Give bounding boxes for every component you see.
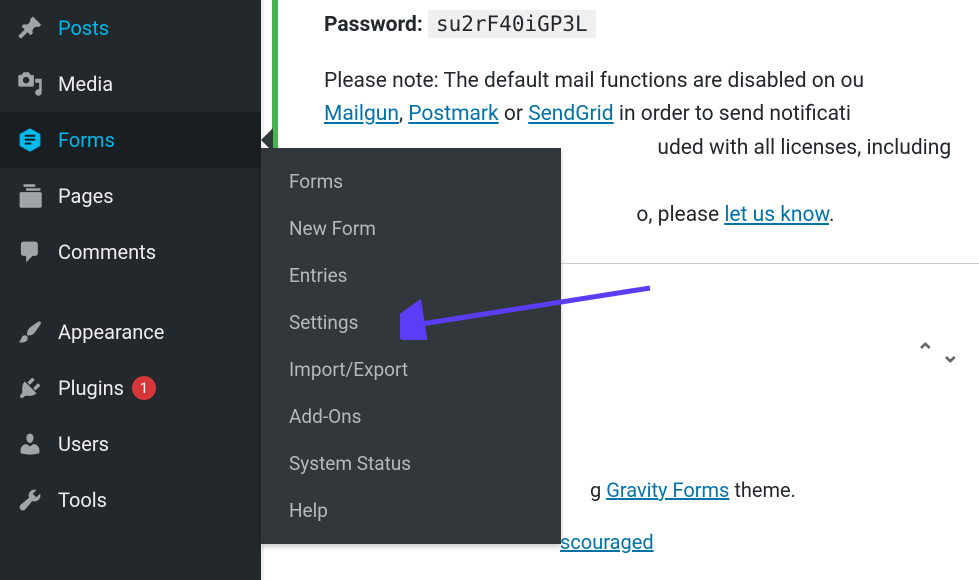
- password-label: Password:: [324, 13, 423, 37]
- notice-text-mid4: o, please: [636, 203, 724, 227]
- notice-text-lead: Please note: The default mail functions …: [324, 69, 864, 93]
- submenu-item-new-form[interactable]: New Form: [261, 205, 561, 252]
- theme-notice: g Gravity Forms theme.: [590, 478, 796, 502]
- pages-icon: [16, 182, 44, 210]
- forms-submenu: Forms New Form Entries Settings Import/E…: [261, 148, 561, 544]
- submenu-item-forms[interactable]: Forms: [261, 158, 561, 205]
- sidebar-item-comments[interactable]: Comments: [0, 224, 261, 280]
- submenu-item-import-export[interactable]: Import/Export: [261, 346, 561, 393]
- plug-icon: [16, 374, 44, 402]
- admin-sidebar: Posts Media Forms Pages Comments Appeara…: [0, 0, 261, 580]
- submenu-item-system-status[interactable]: System Status: [261, 440, 561, 487]
- sidebar-item-label: Forms: [58, 128, 115, 152]
- pin-icon: [16, 14, 44, 42]
- panel-toggle[interactable]: [916, 340, 959, 365]
- user-icon: [16, 430, 44, 458]
- sidebar-item-label: Plugins: [58, 376, 124, 400]
- sidebar-item-label: Posts: [58, 16, 109, 40]
- sidebar-item-label: Comments: [58, 240, 156, 264]
- update-badge: 1: [132, 376, 156, 400]
- sidebar-item-users[interactable]: Users: [0, 416, 261, 472]
- link-letusknow[interactable]: let us know: [724, 203, 829, 227]
- sidebar-item-pages[interactable]: Pages: [0, 168, 261, 224]
- sidebar-item-plugins[interactable]: Plugins 1: [0, 360, 261, 416]
- sidebar-item-forms[interactable]: Forms: [0, 112, 261, 168]
- sidebar-item-label: Users: [58, 432, 109, 456]
- forms-icon: [16, 126, 44, 154]
- discouraged-link: scouraged: [560, 530, 654, 554]
- sidebar-item-label: Media: [58, 72, 113, 96]
- submenu-item-addons[interactable]: Add-Ons: [261, 393, 561, 440]
- sidebar-item-label: Tools: [58, 488, 107, 512]
- media-icon: [16, 70, 44, 98]
- notice-text-end: .: [829, 203, 835, 227]
- notice-text-mid1: in order to send notificati: [614, 102, 851, 126]
- sidebar-item-media[interactable]: Media: [0, 56, 261, 112]
- notice-text-mid2: uded with all licenses, including: [657, 136, 951, 160]
- wrench-icon: [16, 486, 44, 514]
- submenu-item-help[interactable]: Help: [261, 487, 561, 534]
- sidebar-item-posts[interactable]: Posts: [0, 0, 261, 56]
- link-postmark[interactable]: Postmark: [408, 102, 498, 126]
- sidebar-spacer: [0, 280, 261, 304]
- brush-icon: [16, 318, 44, 346]
- submenu-item-entries[interactable]: Entries: [261, 252, 561, 299]
- password-value: su2rF40iGP3L: [428, 10, 596, 38]
- sidebar-item-tools[interactable]: Tools: [0, 472, 261, 528]
- link-sendgrid[interactable]: SendGrid: [528, 102, 613, 126]
- submenu-item-settings[interactable]: Settings: [261, 299, 561, 346]
- chevron-down-icon: [941, 340, 959, 365]
- link-mailgun[interactable]: Mailgun: [324, 102, 399, 126]
- link-gravity-forms[interactable]: Gravity Forms: [606, 478, 729, 502]
- sidebar-item-appearance[interactable]: Appearance: [0, 304, 261, 360]
- sidebar-item-label: Pages: [58, 184, 114, 208]
- chevron-up-icon: [916, 340, 934, 365]
- comments-icon: [16, 238, 44, 266]
- sidebar-item-label: Appearance: [58, 320, 164, 344]
